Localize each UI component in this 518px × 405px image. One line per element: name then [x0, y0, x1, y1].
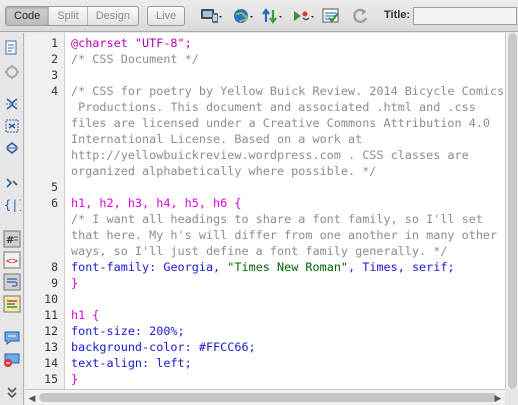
line-number: 6 [51, 196, 58, 210]
code-token: : #FFCC66; [184, 340, 256, 354]
horizontal-scroll-thumb[interactable] [39, 393, 497, 402]
code-token: } [71, 372, 79, 386]
code-line[interactable]: 12 font-size: 200%; [44, 323, 505, 339]
code-token: : left; [142, 356, 192, 370]
code-line[interactable]: 10 [44, 291, 505, 307]
live-view-switcher: Live [147, 6, 186, 26]
code-line[interactable]: 11 h1 { [44, 307, 505, 323]
word-wrap-icon[interactable] [3, 273, 21, 291]
vertical-scroll-thumb[interactable] [508, 33, 517, 389]
apply-comment-icon[interactable] [3, 329, 21, 347]
code-line[interactable]: 1 @charset "UTF-8"; [51, 35, 505, 51]
code-line[interactable]: 13 background-color: #FFCC66; [44, 339, 505, 355]
collapse-full-tag-icon[interactable] [3, 95, 21, 113]
open-documents-icon[interactable] [3, 39, 21, 57]
code-token: font-family [71, 260, 150, 274]
document-title-input[interactable] [413, 7, 517, 25]
coding-toolbar: {|} # <> [0, 33, 26, 405]
line-number: 14 [44, 356, 58, 370]
live-view-button[interactable]: Live [148, 7, 184, 25]
code-token: /* CSS for poetry by Yellow Buick Review… [71, 84, 505, 178]
svg-text:#: # [6, 235, 14, 246]
scrollbar-corner [505, 389, 518, 405]
visual-aids-icon[interactable] [320, 6, 346, 26]
line-number: 4 [51, 84, 58, 98]
horizontal-scrollbar[interactable]: ◀ ▶ [25, 389, 505, 405]
code-line[interactable]: 6 h1, h2, h3, h4, h5, h6 { [51, 195, 505, 211]
title-label: Title: [384, 9, 411, 21]
file-transfer-icon[interactable] [260, 6, 286, 26]
code-editor[interactable]: 1 @charset "UTF-8"; 2 /* CSS Document */ 3 4 /… [25, 33, 505, 389]
code-line[interactable]: 8 font-family: Georgia, "Times New Roman"… [51, 259, 505, 275]
select-parent-tag-icon[interactable] [3, 174, 21, 192]
line-number: 9 [51, 276, 58, 290]
code-line[interactable]: 4 /* CSS for poetry by Yellow Buick Revie… [51, 83, 505, 179]
code-token: h1 { [71, 308, 100, 322]
code-line[interactable]: 3 [51, 67, 505, 83]
code-token: text-align [71, 356, 143, 370]
remove-comment-icon[interactable] [3, 351, 21, 369]
highlight-invalid-code-icon[interactable]: <> [3, 251, 21, 269]
code-token: "Times New Roman" [227, 260, 349, 274]
multiscreen-icon[interactable] [198, 6, 224, 26]
expand-all-icon[interactable] [3, 139, 21, 157]
more-tools-icon[interactable] [3, 383, 21, 401]
code-token: : Georgia, [149, 260, 228, 274]
refresh-icon[interactable] [349, 6, 375, 26]
code-line[interactable]: 9} [51, 275, 505, 291]
code-token: background-color [71, 340, 185, 354]
preview-globe-icon[interactable] [231, 6, 257, 26]
line-number: 11 [44, 308, 58, 322]
code-token: font-size [71, 324, 135, 338]
svg-text:{|}: {|} [4, 198, 21, 212]
code-view-button[interactable]: Code [6, 7, 50, 25]
balance-braces-icon[interactable]: {|} [3, 195, 26, 213]
line-number: 13 [44, 340, 58, 354]
line-number: 2 [51, 52, 58, 66]
document-toolbar: Code Split Design Live Title: [0, 0, 518, 32]
code-line[interactable]: 5 [51, 179, 505, 195]
line-number: 8 [51, 260, 58, 274]
design-view-button[interactable]: Design [88, 7, 138, 25]
code-token: /* CSS Document */ [71, 52, 199, 66]
line-number: 5 [51, 180, 58, 194]
code-token: h1, h2, h3, h4, h5, h6 { [71, 196, 242, 210]
code-line[interactable]: 14 text-align: left; [44, 355, 505, 371]
line-number: 12 [44, 324, 58, 338]
svg-text:<>: <> [6, 256, 18, 267]
scroll-right-arrow-icon[interactable]: ▶ [493, 393, 503, 403]
line-number: 15 [44, 372, 58, 386]
code-line[interactable]: 15} [44, 371, 505, 387]
debug-icon[interactable] [291, 6, 317, 26]
line-number: 1 [51, 36, 58, 50]
view-mode-switcher: Code Split Design [5, 6, 139, 26]
line-numbers-icon[interactable]: # [3, 230, 21, 248]
code-token: : 200%; [134, 324, 185, 338]
code-line[interactable]: 2 /* CSS Document */ [51, 51, 505, 67]
scroll-left-arrow-icon[interactable]: ◀ [27, 393, 37, 403]
code-token: @charset "UTF-8"; [71, 36, 192, 50]
code-token: } [71, 276, 79, 290]
code-token: , Times, serif; [348, 260, 455, 274]
syntax-coloring-icon[interactable] [3, 295, 21, 313]
line-number: 10 [44, 292, 58, 306]
code-content[interactable]: 1 @charset "UTF-8"; 2 /* CSS Document */ 3 4 /… [44, 35, 505, 387]
show-code-navigator-icon[interactable] [3, 63, 21, 81]
code-line[interactable]: /* I want all headings to share a font f… [65, 211, 505, 259]
vertical-scrollbar[interactable] [505, 33, 518, 389]
code-token: /* I want all headings to share a font f… [71, 212, 498, 258]
collapse-selection-icon[interactable] [3, 117, 21, 135]
line-number: 3 [51, 68, 58, 82]
split-view-button[interactable]: Split [49, 7, 88, 25]
